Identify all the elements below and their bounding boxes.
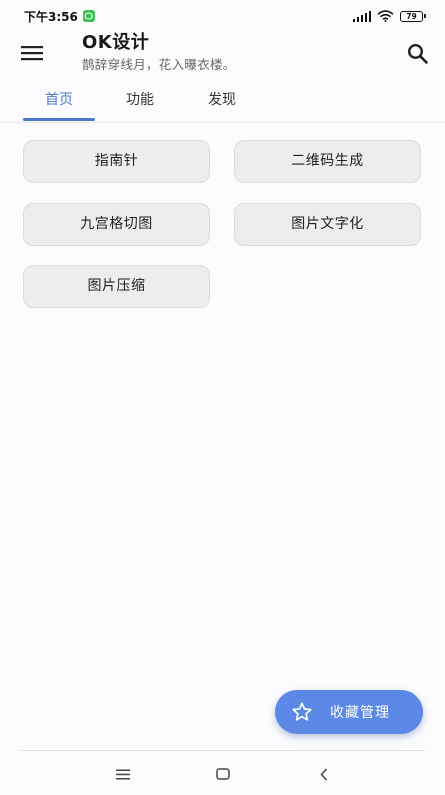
image-to-text-button[interactable]: 图片文字化 <box>234 203 421 246</box>
battery-level: 79 <box>406 11 417 21</box>
square-home-icon <box>216 768 230 780</box>
status-left: 下午3:56 <box>24 8 95 25</box>
qr-code-generator-button[interactable]: 二维码生成 <box>234 140 421 183</box>
home-button[interactable] <box>211 764 235 784</box>
tab-bar: 首页 功能 发现 <box>0 82 445 123</box>
app-subtitle: 鹊辞穿线月，花入曝衣楼。 <box>82 57 236 72</box>
tab-discover[interactable]: 发现 <box>187 82 257 120</box>
status-right: 79 <box>352 10 426 22</box>
star-outline-icon <box>290 700 314 724</box>
wechat-notification-icon <box>82 10 95 22</box>
hamburger-menu-icon <box>21 46 43 61</box>
status-bar: 下午3:56 79 <box>0 0 445 32</box>
back-button[interactable] <box>312 764 336 784</box>
recent-apps-button[interactable] <box>111 764 135 784</box>
app-bar: OK设计 鹊辞穿线月，花入曝衣楼。 <box>0 32 445 78</box>
wifi-icon <box>377 10 394 22</box>
system-nav-bar <box>0 752 445 795</box>
battery-icon: 79 <box>400 10 426 22</box>
app-title: OK设计 <box>82 32 150 53</box>
tab-home[interactable]: 首页 <box>23 82 95 121</box>
nine-grid-cut-button[interactable]: 九宫格切图 <box>23 203 210 246</box>
tab-features[interactable]: 功能 <box>105 82 175 120</box>
status-time: 下午3:56 <box>24 9 78 24</box>
image-compress-button[interactable]: 图片压缩 <box>23 265 210 308</box>
signal-icon <box>352 10 371 22</box>
search-icon <box>407 43 428 64</box>
title-block: OK设计 鹊辞穿线月，花入曝衣楼。 <box>82 32 236 73</box>
compass-button[interactable]: 指南针 <box>23 140 210 183</box>
favorites-manage-label: 收藏管理 <box>330 705 390 721</box>
favorites-manage-button[interactable]: 收藏管理 <box>275 690 423 734</box>
menu-lines-icon <box>116 769 130 779</box>
chevron-left-icon <box>320 767 328 781</box>
menu-button[interactable] <box>19 41 45 65</box>
search-button[interactable] <box>404 40 430 66</box>
nav-divider <box>20 750 425 751</box>
